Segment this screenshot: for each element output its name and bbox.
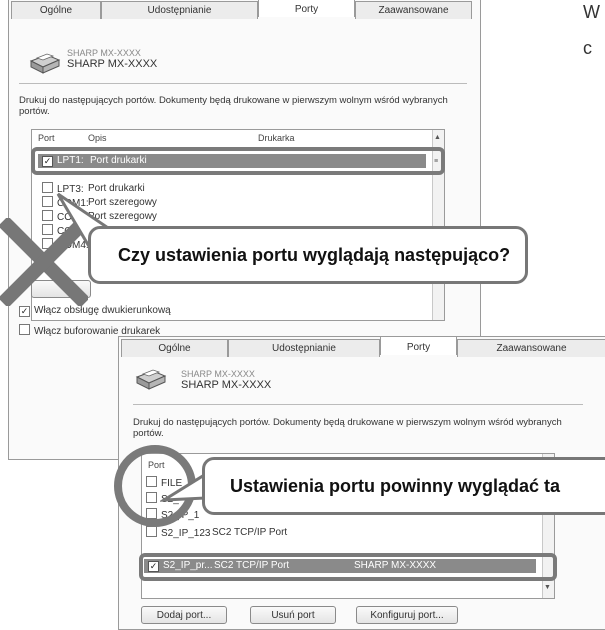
top-tab-bar: Ogólne Udostępnianie Porty Zaawansowane xyxy=(11,0,472,19)
printer-icon xyxy=(135,369,167,390)
printer-name: SHARP MX-XXXX xyxy=(67,58,158,70)
configure-port-button[interactable]: Konfiguruj port... xyxy=(356,606,458,624)
side-text-line1: W xyxy=(583,2,600,22)
highlight-frame-s2-ip xyxy=(139,553,557,581)
row-port: S2_IP_123 xyxy=(161,528,211,539)
tab-sharing[interactable]: Udostępnianie xyxy=(101,1,258,19)
ports-description: Drukuj do następujących portów. Dokument… xyxy=(19,95,448,117)
column-header-description[interactable]: Opis xyxy=(88,133,107,143)
highlight-frame-lpt1 xyxy=(31,147,445,175)
tab-general[interactable]: Ogólne xyxy=(11,1,101,19)
bidi-label: Włącz obsługę dwukierunkową xyxy=(34,305,171,316)
tab-advanced[interactable]: Zaawansowane xyxy=(355,1,472,19)
checkbox-bidi[interactable]: ✓ xyxy=(19,306,30,317)
side-text-line2: c xyxy=(583,38,592,58)
scroll-up-icon[interactable]: ▲ xyxy=(434,134,441,141)
tab-advanced[interactable]: Zaawansowane xyxy=(457,339,605,357)
tab-general[interactable]: Ogólne xyxy=(121,339,228,357)
printer-name-ghost: SHARP MX-XXXX xyxy=(181,369,255,379)
scroll-down-icon[interactable]: ▼ xyxy=(544,584,551,591)
ports-description: Drukuj do następujących portów. Dokument… xyxy=(133,417,562,439)
bottom-tab-bar: Ogólne Udostępnianie Porty Zaawansowane xyxy=(121,336,605,357)
separator xyxy=(133,404,583,405)
separator xyxy=(19,83,467,84)
checkbox-pooling[interactable] xyxy=(19,324,30,335)
tab-ports[interactable]: Porty xyxy=(380,336,457,355)
printer-name: SHARP MX-XXXX xyxy=(181,379,272,391)
tab-sharing[interactable]: Udostępnianie xyxy=(228,339,380,357)
column-header-port[interactable]: Port xyxy=(38,133,55,143)
printer-name-ghost: SHARP MX-XXXX xyxy=(67,48,141,58)
printer-icon xyxy=(29,53,61,74)
add-port-button[interactable]: Dodaj port... xyxy=(141,606,227,624)
callout-answer: Ustawienia portu powinny wyglądać ta xyxy=(202,457,605,515)
row-description: SC2 TCP/IP Port xyxy=(212,527,288,538)
callout-question: Czy ustawienia portu wyglądają następują… xyxy=(88,226,528,284)
column-header-printer[interactable]: Drukarka xyxy=(258,133,295,143)
bidirectional-checkbox[interactable]: ✓ Włącz obsługę dwukierunkową xyxy=(19,305,171,317)
tab-ports[interactable]: Porty xyxy=(258,0,355,17)
delete-port-button[interactable]: Usuń port xyxy=(250,606,336,624)
